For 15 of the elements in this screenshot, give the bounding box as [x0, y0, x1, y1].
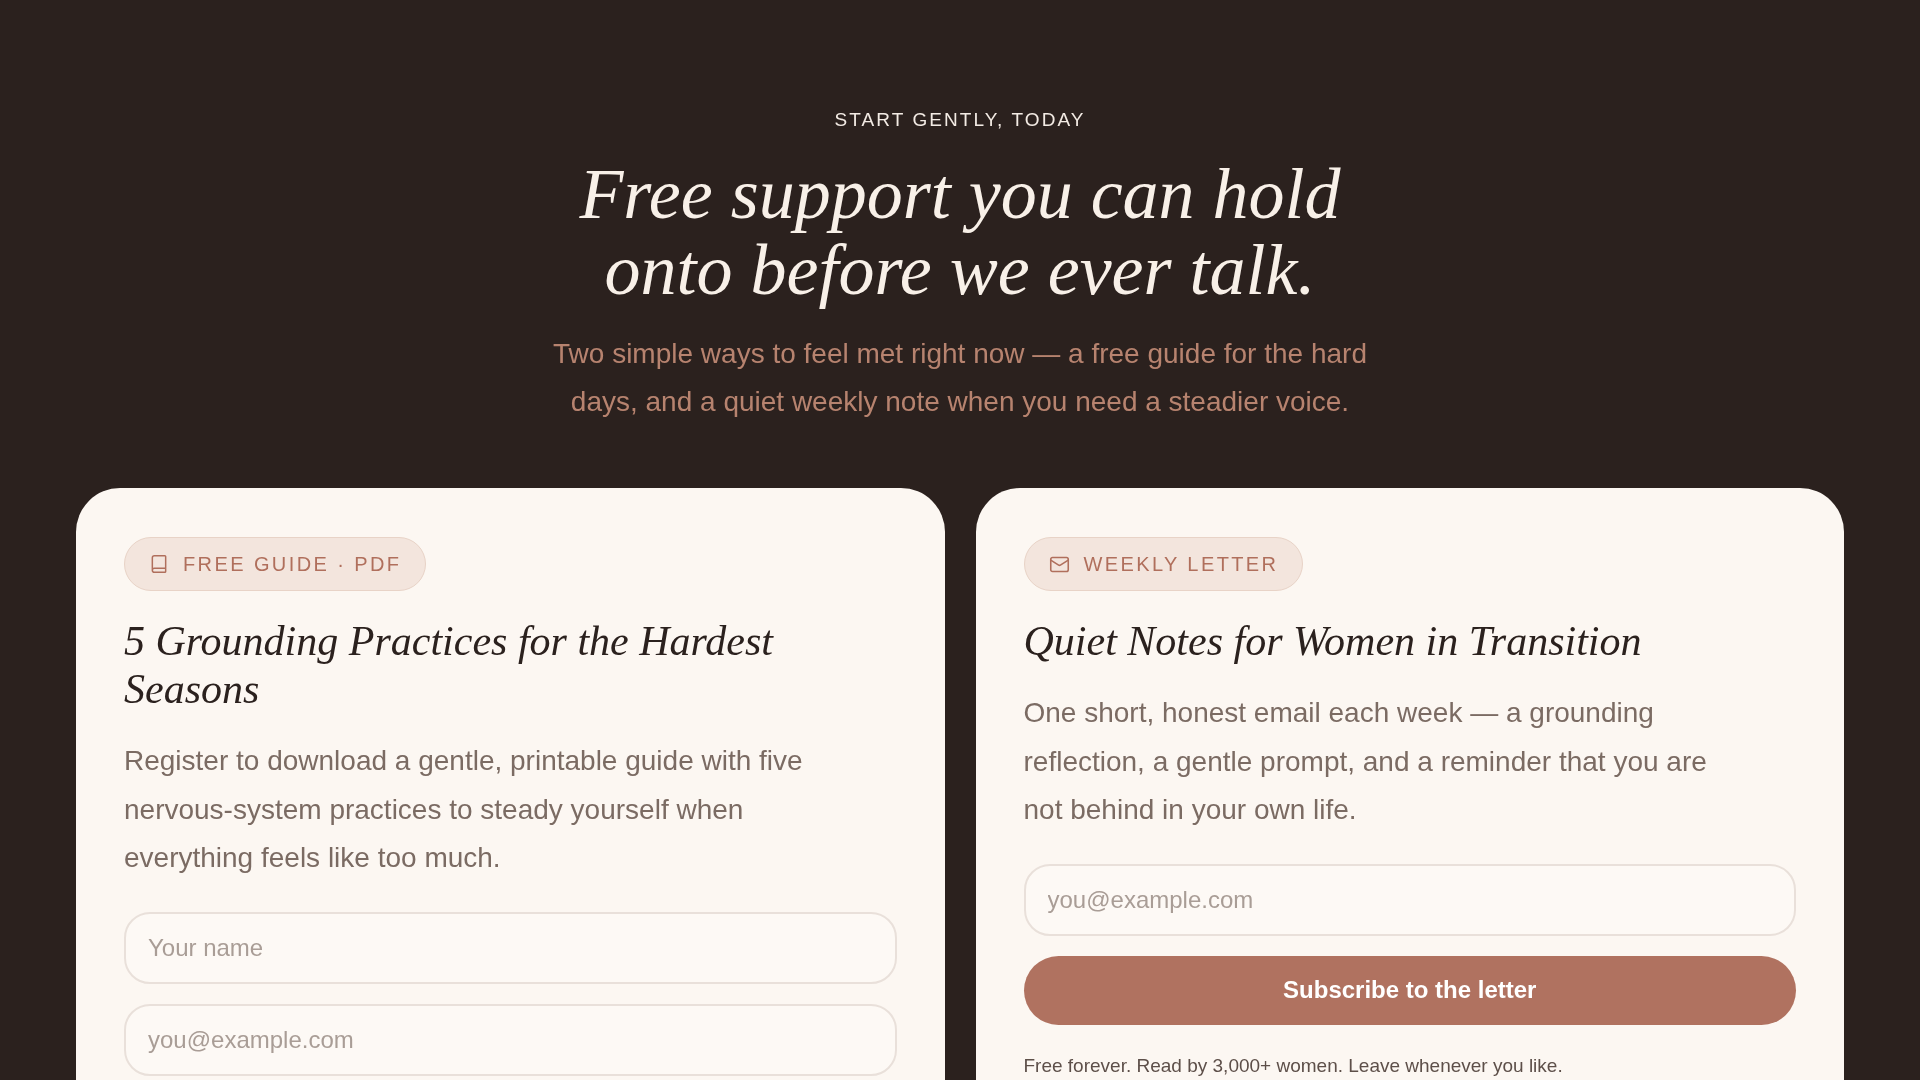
- card-title: Quiet Notes for Women in Transition: [1023, 617, 1643, 665]
- subscribe-button[interactable]: Subscribe to the letter: [1023, 955, 1796, 1025]
- card-description: Register to download a gentle, printable guide with five nervous-system practices to steady yourself when everything feels like too much.: [124, 744, 804, 875]
- badge-label: FREE GUIDE · PDF: [183, 554, 402, 574]
- badge-label: WEEKLY LETTER: [1083, 554, 1279, 574]
- input-field[interactable]: you@example.com: [1023, 863, 1796, 936]
- eyebrow-label: START GENTLY, TODAY: [834, 110, 1086, 130]
- input-field[interactable]: you@example.com: [124, 1003, 897, 1076]
- card-title: 5 Grounding Practices for the Hardest Seasons: [124, 617, 775, 713]
- hero-subtitle: Two simple ways to feel met right now — a free guide for the hard days, and a quiet weekly note when you need a steadier voice.: [552, 337, 1368, 419]
- input-field[interactable]: Your name: [124, 911, 897, 984]
- card-description: One short, honest email each week — a grounding reflection, a gentle prompt, and a reminder that you are not behind in your own life.: [1023, 696, 1708, 827]
- footnote: Free forever. Read by 3,000+ women. Leave whenever you like.: [1023, 1055, 1564, 1076]
- hero-heading: Free support you can hold onto before we ever talk.: [578, 156, 1342, 308]
- book-icon: [149, 554, 169, 574]
